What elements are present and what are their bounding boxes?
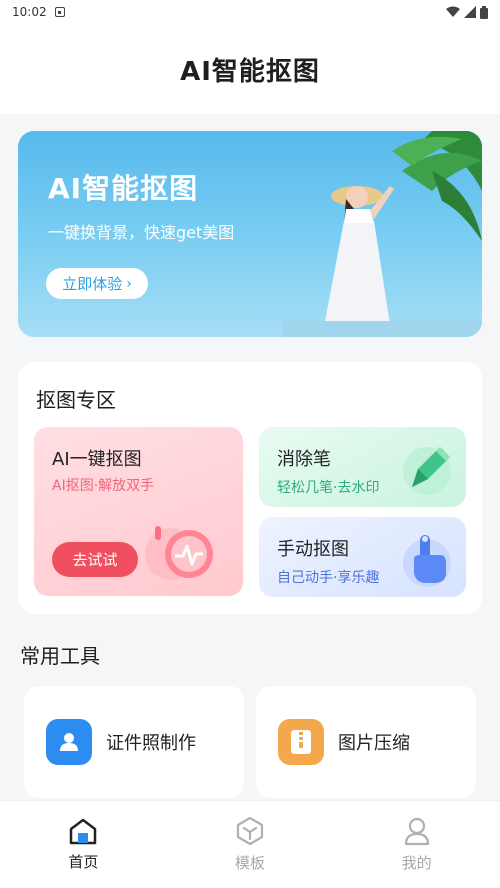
ai-cutout-subtitle: AI抠图·解放双手 xyxy=(52,478,155,494)
profile-icon xyxy=(404,817,429,846)
hand-pointer-icon xyxy=(403,535,451,587)
nav-template-label: 模板 xyxy=(234,854,265,872)
eraser-card[interactable]: 消除笔 轻松几笔·去水印 xyxy=(259,427,466,507)
id-photo-card[interactable]: 证件照制作 xyxy=(24,686,244,798)
try-now-button[interactable]: 立即体验 › xyxy=(46,268,148,299)
ai-cutout-title: AI一键抠图 xyxy=(52,449,142,470)
nav-home-label: 首页 xyxy=(68,853,99,871)
compress-icon xyxy=(278,719,324,765)
bottom-nav: 首页 模板 我的 xyxy=(0,800,500,888)
template-icon xyxy=(236,816,264,846)
matting-zone-title: 抠图专区 xyxy=(36,388,116,412)
ai-cutout-card[interactable]: AI一键抠图 AI抠图·解放双手 去试试 xyxy=(34,427,243,596)
id-photo-label: 证件照制作 xyxy=(106,733,196,754)
tools-title: 常用工具 xyxy=(20,644,100,668)
image-compress-label: 图片压缩 xyxy=(338,733,410,754)
try-now-label: 立即体验 xyxy=(62,275,123,293)
nav-template[interactable]: 模板 xyxy=(190,816,310,873)
nav-profile[interactable]: 我的 xyxy=(357,816,477,873)
try-it-button[interactable]: 去试试 xyxy=(52,542,138,577)
banner-subtitle: 一键换背景，快速get美图 xyxy=(48,223,235,242)
signal-icon xyxy=(464,6,476,18)
status-time: 10:02 xyxy=(12,5,47,19)
banner-illustration xyxy=(282,131,482,337)
status-left: 10:02 xyxy=(12,5,65,19)
promo-banner[interactable]: AI智能抠图 一键换背景，快速get美图 立即体验 › xyxy=(18,131,482,337)
notification-icon xyxy=(54,7,65,17)
manual-cutout-subtitle: 自己动手·享乐趣 xyxy=(277,570,380,586)
eraser-subtitle: 轻松几笔·去水印 xyxy=(277,480,380,496)
nav-profile-label: 我的 xyxy=(401,854,432,872)
status-right xyxy=(446,5,488,19)
eraser-title: 消除笔 xyxy=(277,449,331,470)
manual-cutout-title: 手动抠图 xyxy=(277,539,349,560)
wifi-icon xyxy=(446,6,460,17)
status-bar: 10:02 xyxy=(0,0,500,24)
pen-icon xyxy=(403,447,451,495)
chevron-right-icon: › xyxy=(126,275,132,292)
battery-icon xyxy=(480,5,488,19)
app-header: AI智能抠图 xyxy=(0,24,500,114)
matting-zone-card: 抠图专区 AI一键抠图 AI抠图·解放双手 去试试 消除笔 轻松几笔·去水印 手… xyxy=(18,362,482,614)
banner-title: AI智能抠图 xyxy=(48,172,199,205)
home-icon xyxy=(70,818,97,845)
image-compress-card[interactable]: 图片压缩 xyxy=(256,686,476,798)
ai-chip-icon xyxy=(145,526,213,580)
manual-cutout-card[interactable]: 手动抠图 自己动手·享乐趣 xyxy=(259,517,466,597)
page-title: AI智能抠图 xyxy=(180,56,320,87)
id-photo-icon xyxy=(46,719,92,765)
nav-home[interactable]: 首页 xyxy=(23,817,143,872)
